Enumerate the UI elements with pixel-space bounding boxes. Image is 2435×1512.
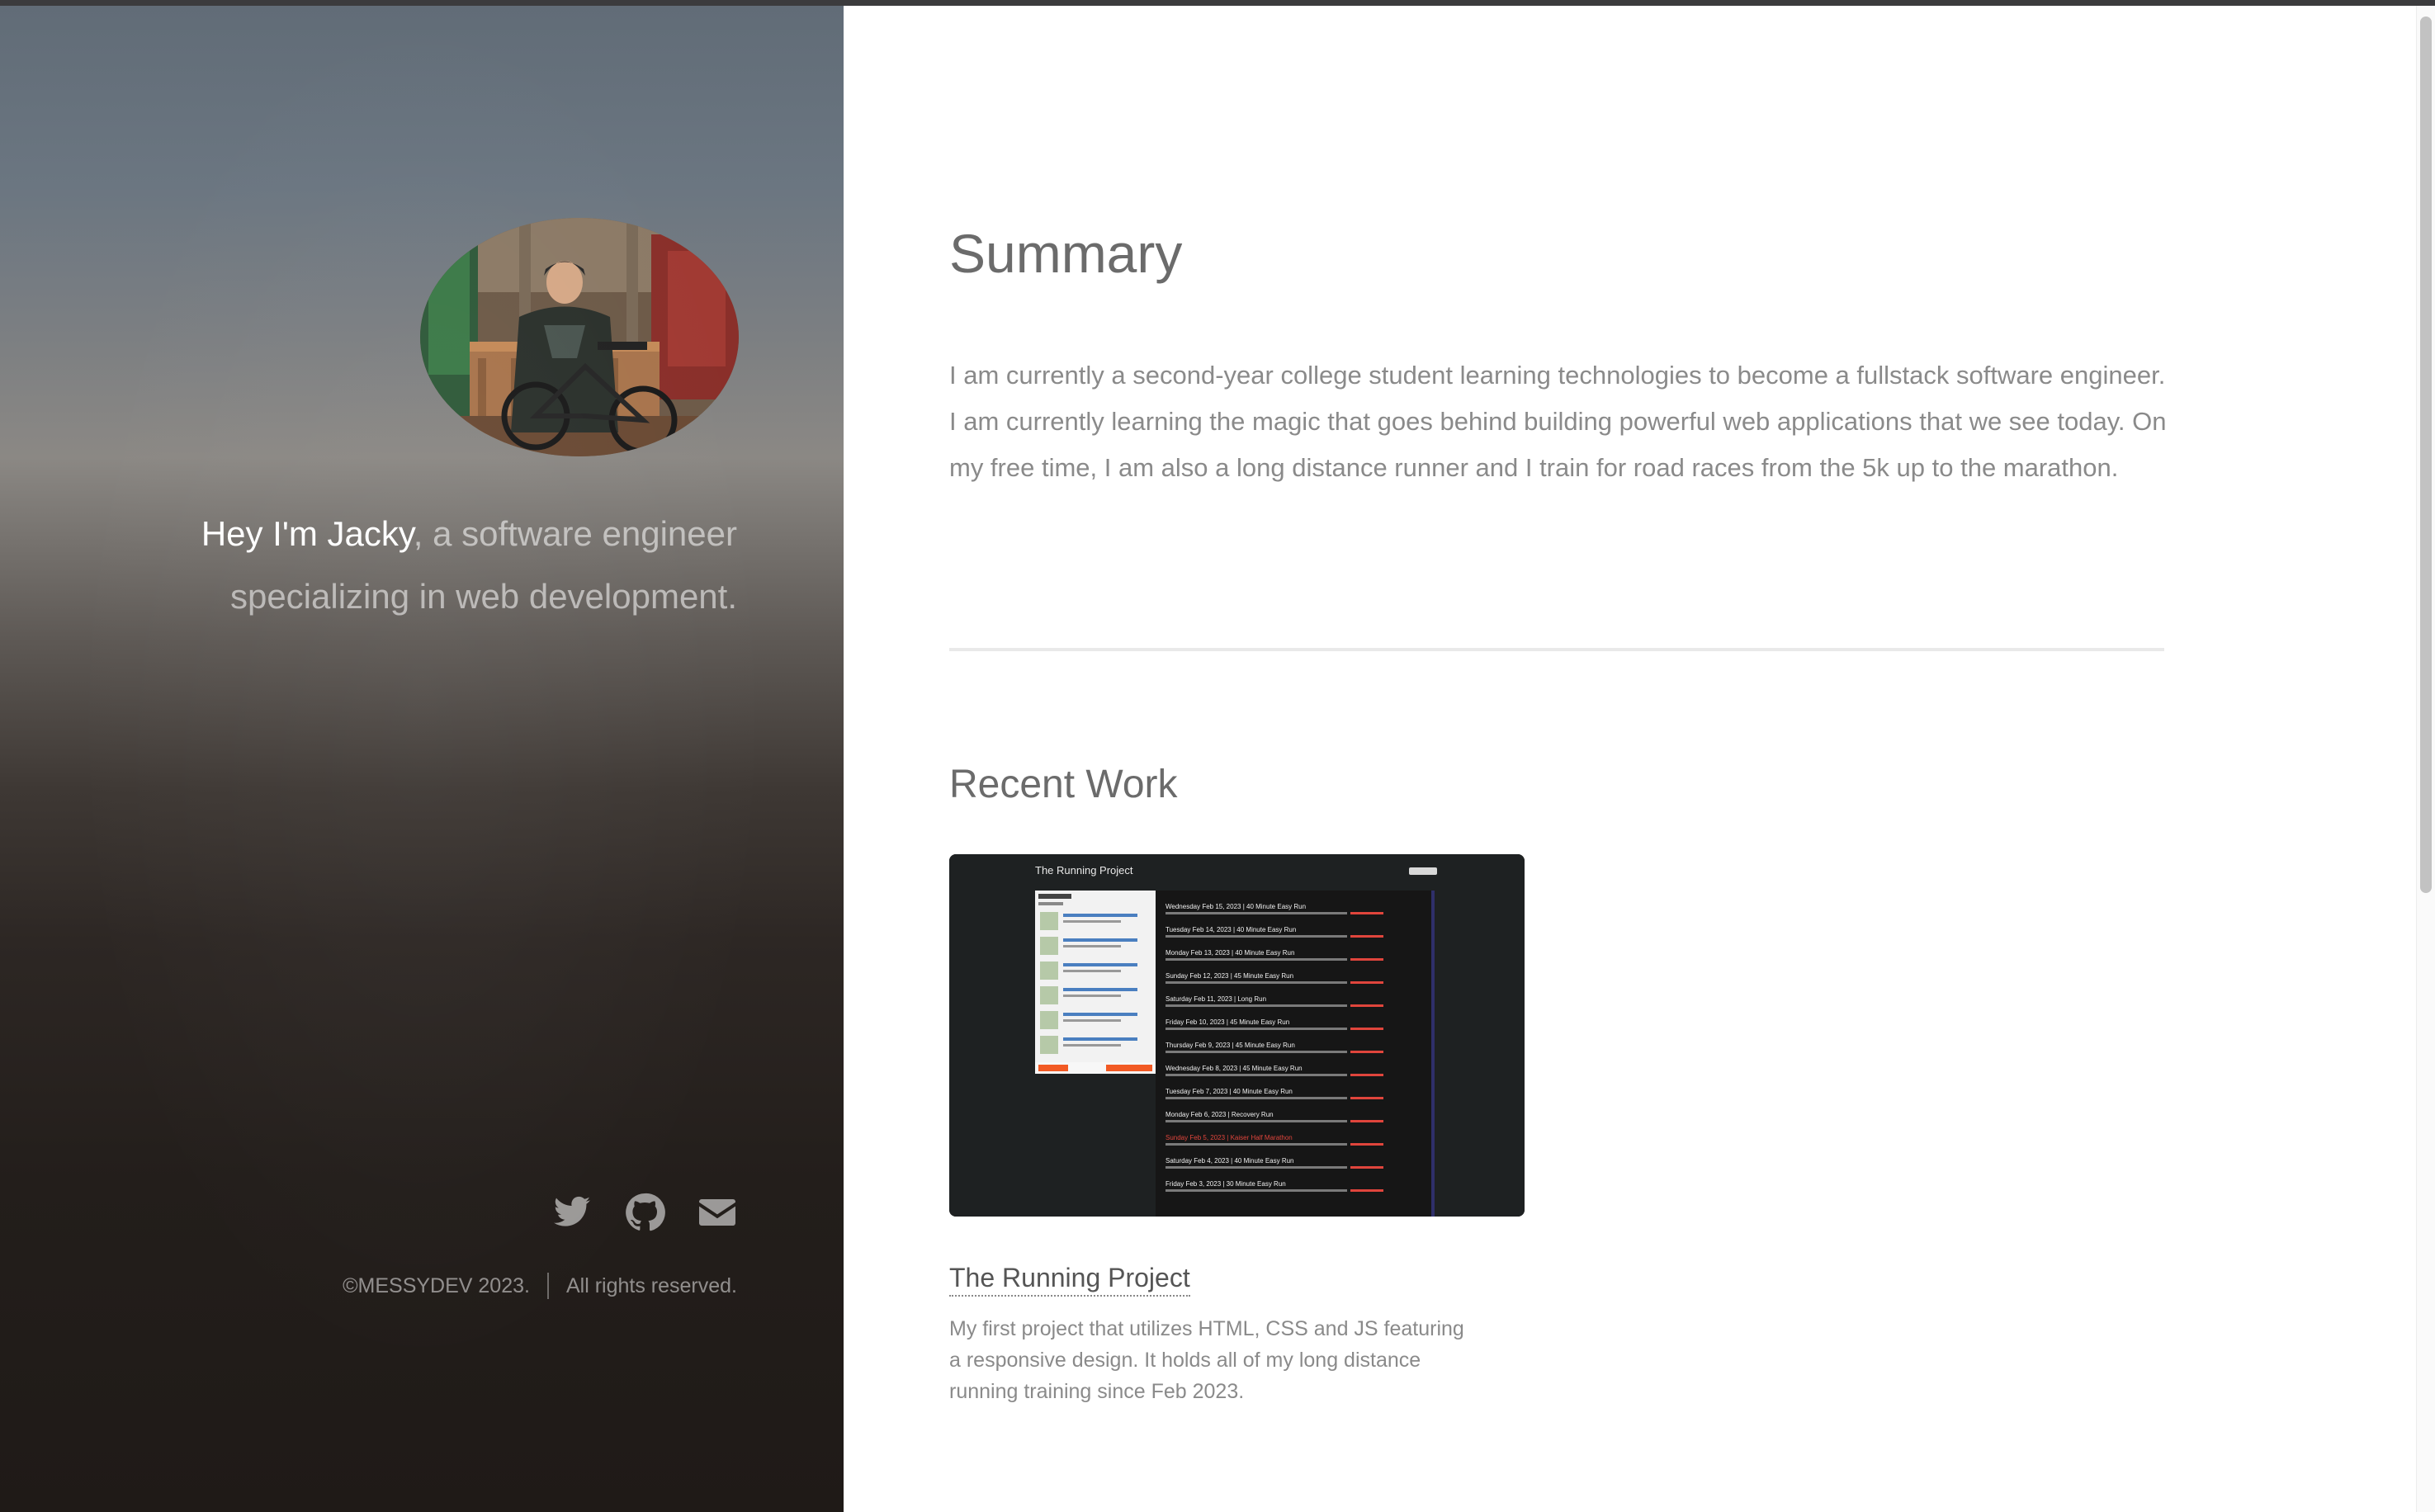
summary-paragraph: I am currently a second-year college stu… [949, 361, 2167, 482]
intro-text: Hey I'm Jacky, a software engineer speci… [143, 503, 737, 628]
section-divider [949, 648, 2164, 651]
social-links [551, 1193, 738, 1232]
screenshot-log-entry: Tuesday Feb 7, 2023 | 40 Minute Easy Run [1165, 1088, 1293, 1095]
screenshot-widget-map [1040, 962, 1058, 980]
intro-name: Hey I'm Jacky [201, 514, 414, 553]
screenshot-log-entry: Saturday Feb 11, 2023 | Long Run [1165, 995, 1266, 1003]
screenshot-log-entry: Tuesday Feb 14, 2023 | 40 Minute Easy Ru… [1165, 926, 1296, 933]
screenshot-widget-line [1063, 1037, 1137, 1041]
screenshot-log-shoe [1350, 958, 1383, 961]
project-title-link[interactable]: The Running Project [949, 1263, 1190, 1297]
screenshot-log-detail [1165, 1143, 1347, 1146]
screenshot-widget-map [1040, 986, 1058, 1004]
screenshot-log-detail [1165, 935, 1347, 938]
screenshot-log-detail [1165, 1004, 1347, 1007]
screenshot-widget-line [1063, 1044, 1121, 1047]
project-description: My first project that utilizes HTML, CSS… [949, 1317, 1464, 1403]
profile-sidebar: Hey I'm Jacky, a software engineer speci… [0, 6, 844, 1512]
screenshot-log-detail [1165, 981, 1347, 984]
screenshot-log-entry: Friday Feb 3, 2023 | 30 Minute Easy Run [1165, 1180, 1286, 1188]
screenshot-widget-line [1063, 963, 1137, 966]
screenshot-log-shoe [1350, 1097, 1383, 1099]
screenshot-log-shoe [1350, 1074, 1383, 1076]
scrollbar-thumb[interactable] [2420, 17, 2432, 893]
screenshot-log-shoe [1350, 981, 1383, 984]
screenshot-log-entry: Sunday Feb 5, 2023 | Kaiser Half Maratho… [1165, 1134, 1293, 1141]
screenshot-log-shoe [1350, 1028, 1383, 1030]
vertical-scrollbar[interactable] [2416, 6, 2435, 1512]
profile-avatar [420, 218, 739, 456]
summary-heading: Summary [949, 223, 1183, 284]
screenshot-log-detail [1165, 1120, 1347, 1122]
screenshot-widget-line [1063, 995, 1121, 997]
main-content: Summary I am currently a second-year col… [844, 6, 2417, 1512]
footer-copyright: ©MESSYDEV 2023. All rights reserved. [343, 1273, 737, 1299]
github-icon[interactable] [624, 1193, 665, 1232]
twitter-icon[interactable] [551, 1193, 593, 1232]
footer-separator [546, 1273, 549, 1299]
screenshot-log-shoe [1350, 1143, 1383, 1146]
screenshot-widget-line [1063, 938, 1137, 942]
screenshot-log-detail [1165, 1189, 1347, 1192]
screenshot-log-entry: Wednesday Feb 15, 2023 | 40 Minute Easy … [1165, 903, 1306, 910]
screenshot-log-shoe [1350, 1120, 1383, 1122]
screenshot-widget-line [1063, 920, 1121, 923]
screenshot-log-detail [1165, 1051, 1347, 1053]
screenshot-log-entry: Wednesday Feb 8, 2023 | 45 Minute Easy R… [1165, 1065, 1303, 1072]
screenshot-widget-map [1040, 1011, 1058, 1029]
recent-work-heading: Recent Work [949, 763, 1178, 806]
screenshot-widget-line [1063, 970, 1121, 972]
screenshot-widget-map [1040, 912, 1058, 930]
screenshot-log-shoe [1350, 912, 1383, 914]
screenshot-log-detail [1165, 958, 1347, 961]
screenshot-log-detail [1165, 1074, 1347, 1076]
screenshot-log-detail [1165, 1166, 1347, 1169]
screenshot-log-entry: Sunday Feb 12, 2023 | 45 Minute Easy Run [1165, 972, 1293, 980]
screenshot-widget-line [1063, 945, 1121, 947]
screenshot-button [1409, 867, 1437, 875]
screenshot-log-shoe [1350, 1189, 1383, 1192]
rights-text: All rights reserved. [565, 1273, 737, 1297]
screenshot-widget-map [1040, 1036, 1058, 1054]
screenshot-log-shoe [1350, 1051, 1383, 1053]
envelope-icon[interactable] [697, 1193, 738, 1232]
screenshot-log-entry: Thursday Feb 9, 2023 | 45 Minute Easy Ru… [1165, 1042, 1295, 1049]
screenshot-widget-map [1040, 937, 1058, 955]
screenshot-widget-line [1063, 1013, 1137, 1016]
screenshot-log-entry: Saturday Feb 4, 2023 | 40 Minute Easy Ru… [1165, 1157, 1294, 1165]
screenshot-log-detail [1165, 1097, 1347, 1099]
copyright-text: ©MESSYDEV 2023. [343, 1273, 530, 1297]
browser-top-edge [0, 0, 2435, 6]
screenshot-title: The Running Project [1035, 864, 1133, 876]
project-screenshot: The Running Project Wednesday Feb 15, 20… [949, 854, 1525, 1217]
screenshot-log-entry: Monday Feb 6, 2023 | Recovery Run [1165, 1111, 1274, 1118]
screenshot-widget-line [1063, 988, 1137, 991]
screenshot-log-shoe [1350, 1166, 1383, 1169]
screenshot-log-shoe [1350, 1004, 1383, 1007]
screenshot-log-detail [1165, 912, 1347, 914]
screenshot-log-entry: Friday Feb 10, 2023 | 45 Minute Easy Run [1165, 1018, 1289, 1026]
screenshot-log-entry: Monday Feb 13, 2023 | 40 Minute Easy Run [1165, 949, 1294, 957]
screenshot-log-detail [1165, 1028, 1347, 1030]
screenshot-log-shoe [1350, 935, 1383, 938]
project-thumbnail[interactable]: The Running Project Wednesday Feb 15, 20… [949, 854, 1525, 1217]
screenshot-widget-line [1063, 1019, 1121, 1022]
screenshot-widget-line [1063, 914, 1137, 917]
